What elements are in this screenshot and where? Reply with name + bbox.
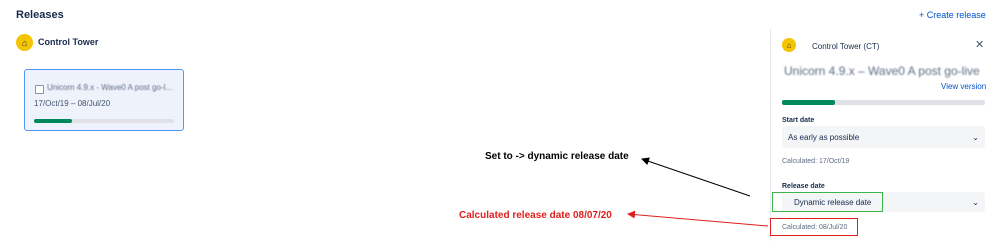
arrow-red [627,210,769,227]
annotation-arrows [627,157,769,227]
arrow-black [641,157,751,197]
